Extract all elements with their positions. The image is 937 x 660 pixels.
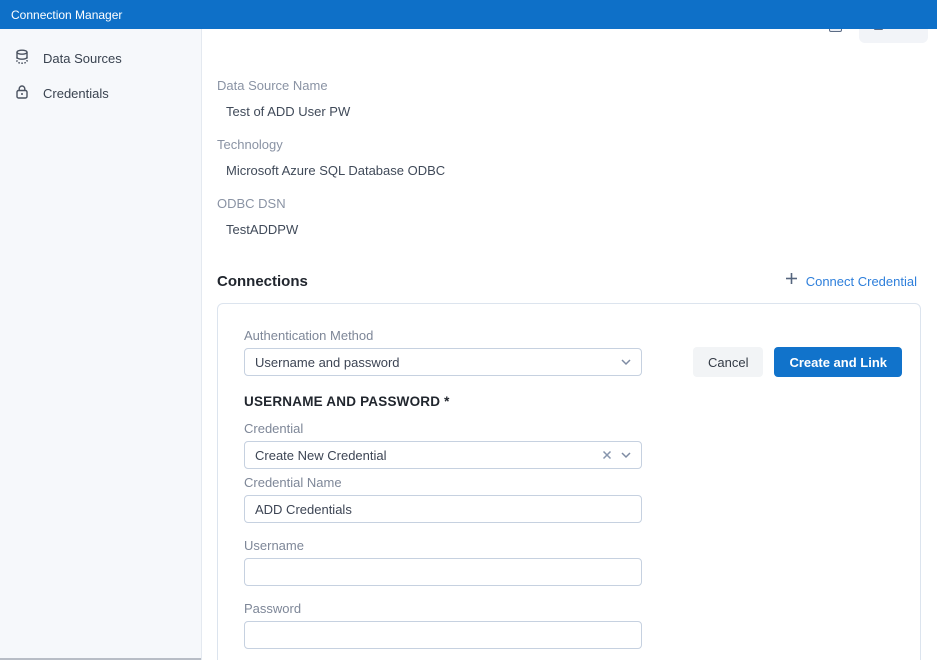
- credential-select[interactable]: Create New Credential: [244, 441, 642, 469]
- sidebar-item-label: Credentials: [43, 86, 109, 101]
- connections-heading: Connections: [217, 273, 308, 290]
- field-technology: Technology Microsoft Azure SQL Database …: [217, 137, 937, 178]
- app-title: Connection Manager: [11, 8, 122, 22]
- username-label: Username: [244, 538, 902, 553]
- lock-icon: [14, 84, 30, 103]
- password-group: Password: [244, 601, 902, 649]
- auth-method-value: Username and password: [255, 355, 400, 370]
- credential-name-label: Credential Name: [244, 475, 902, 490]
- field-label: Data Source Name: [217, 78, 937, 93]
- connect-credential-label: Connect Credential: [806, 274, 917, 289]
- sidebar: Data Sources Credentials: [0, 29, 202, 660]
- credential-name-input[interactable]: [244, 495, 642, 523]
- sidebar-item-credentials[interactable]: Credentials: [0, 76, 201, 111]
- cropped-button-icon: [874, 29, 883, 30]
- auth-method-select[interactable]: Username and password: [244, 348, 642, 376]
- field-odbc-dsn: ODBC DSN TestADDPW: [217, 196, 937, 237]
- cropped-toolbar-button[interactable]: [859, 29, 928, 43]
- field-label: Technology: [217, 137, 937, 152]
- field-label: ODBC DSN: [217, 196, 937, 211]
- clear-x-icon[interactable]: [601, 449, 613, 464]
- connection-form-panel: Authentication Method Username and passw…: [217, 303, 921, 660]
- cancel-button[interactable]: Cancel: [693, 347, 763, 377]
- auth-method-group: Authentication Method Username and passw…: [244, 328, 642, 376]
- username-input[interactable]: [244, 558, 642, 586]
- app-header: Connection Manager: [0, 0, 937, 29]
- field-value: TestADDPW: [217, 222, 937, 237]
- field-value: Test of ADD User PW: [217, 104, 937, 119]
- field-value: Microsoft Azure SQL Database ODBC: [217, 163, 937, 178]
- connection-manager-window: Connection Manager Data Sources: [0, 0, 937, 660]
- credential-name-group: Credential Name: [244, 475, 902, 523]
- database-icon: [14, 49, 30, 68]
- username-group: Username: [244, 538, 902, 586]
- credential-group: Credential Create New Credential: [244, 421, 902, 469]
- create-and-link-button[interactable]: Create and Link: [774, 347, 902, 377]
- username-password-section-title: USERNAME AND PASSWORD *: [244, 394, 902, 409]
- connect-credential-link[interactable]: Connect Credential: [785, 272, 917, 290]
- credential-value: Create New Credential: [255, 448, 387, 463]
- data-source-details: Data Source Name Test of ADD User PW Tec…: [202, 29, 937, 237]
- cropped-toolbar-icon[interactable]: [829, 29, 842, 32]
- main-content: Data Source Name Test of ADD User PW Tec…: [202, 29, 937, 660]
- auth-method-label: Authentication Method: [244, 328, 642, 343]
- sidebar-item-label: Data Sources: [43, 51, 122, 66]
- plus-icon: [785, 272, 798, 290]
- credential-label: Credential: [244, 421, 902, 436]
- password-label: Password: [244, 601, 902, 616]
- chevron-down-icon: [620, 449, 632, 464]
- password-input[interactable]: [244, 621, 642, 649]
- chevron-down-icon: [620, 356, 632, 371]
- field-data-source-name: Data Source Name Test of ADD User PW: [217, 78, 937, 119]
- sidebar-item-data-sources[interactable]: Data Sources: [0, 41, 201, 76]
